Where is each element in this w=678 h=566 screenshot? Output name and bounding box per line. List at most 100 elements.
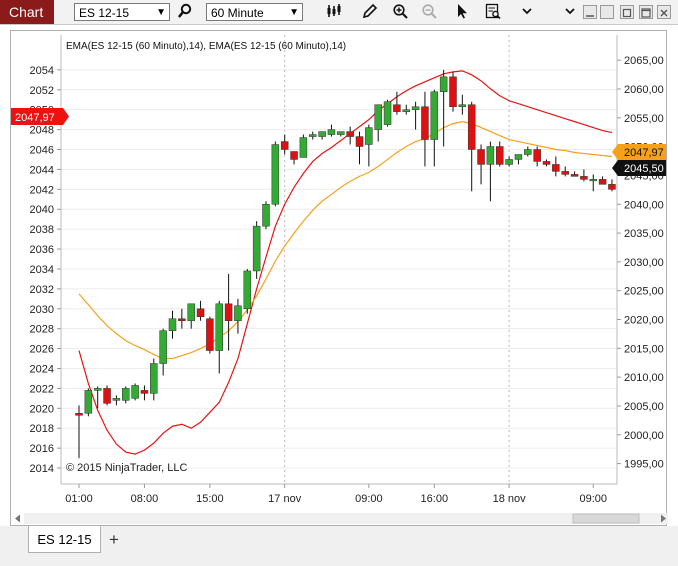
candle [327,124,336,137]
candle-body [318,131,326,137]
candle-body [589,179,597,182]
right-price-axis: 1995,00 2000,00 2005,00 2010,00 2015,00 2020,… [617,55,664,471]
ema-price-marker-text: 2047,97 [624,147,664,159]
candle-body [430,91,439,140]
candle [243,268,252,314]
candle-body [524,149,532,155]
candle [262,201,270,230]
right-tick-label: 2040,00 [624,199,664,211]
candle-body [196,308,205,317]
candle-body [552,164,560,172]
candle-body [533,149,541,162]
last-price-marker: 2045,50 [612,160,666,176]
candle-body [402,109,410,112]
candle [383,99,392,127]
left-tick-label: 2030 [30,304,54,316]
candle-body [608,184,616,190]
candle [337,131,345,137]
candle [187,303,195,329]
candle-body [290,151,298,160]
time-tick-label: 15:00 [196,493,224,505]
candle-body [271,144,280,205]
candle-body [598,179,607,185]
price-chart[interactable]: 2014 2016 2018 2020 2022 2024 2026 2028 2030 2032… [0,0,678,566]
candle-body [486,146,495,165]
candle [505,156,513,167]
right-tick-label: 2005,00 [624,401,664,413]
time-tick-label: 16:00 [421,493,449,505]
right-tick-label: 2030,00 [624,257,664,269]
candle [355,131,364,165]
candle [290,151,298,165]
left-tick-label: 2054 [30,65,54,77]
candle-body [224,303,233,321]
time-tick-label: 18 nov [493,493,527,505]
candle-body [122,388,130,401]
candle [496,141,504,167]
left-tick-label: 2016 [30,443,54,455]
candle [552,156,560,177]
candle-body [280,141,289,150]
time-tick-label: 08:00 [131,493,159,505]
right-tick-label: 2015,00 [624,343,664,355]
candle-body [206,318,214,351]
candlestick-series [75,69,616,459]
candle [215,300,223,374]
add-tab-button[interactable]: + [104,530,124,550]
candle [467,101,476,192]
left-tick-label: 2044 [30,164,54,176]
candle-body [411,106,420,110]
candle-body [496,146,504,165]
right-tick-label: 2065,00 [624,55,664,67]
left-tick-label: 2018 [30,423,54,435]
candle [561,166,569,177]
candle-body [234,305,242,321]
candle-body [168,318,177,331]
left-tick-label: 2036 [30,244,54,256]
left-tick-label: 2020 [30,403,54,415]
candle [252,221,261,279]
scrollbar-thumb[interactable] [572,513,640,524]
candle-body [374,104,382,130]
candle-body [355,136,364,147]
candle [206,316,214,354]
scroll-left-icon[interactable] [15,514,20,523]
candle [84,388,93,417]
candle-body [112,398,121,401]
candle-body [262,204,270,227]
candle-body [505,159,513,165]
candle [140,385,149,401]
left-tick-label: 2046 [30,145,54,157]
left-tick-label: 2038 [30,224,54,236]
candle [150,358,158,401]
horizontal-scrollbar[interactable] [15,513,668,524]
left-tick-label: 2032 [30,284,54,296]
candle [168,310,177,339]
candle-body [178,318,186,321]
time-tick-label: 09:00 [355,493,383,505]
candle [271,141,280,207]
right-tick-label: 2035,00 [624,228,664,240]
chart-tab[interactable]: ES 12-15 [28,526,101,553]
time-tick-label: 09:00 [579,493,607,505]
candle-body [421,106,429,140]
left-price-axis: 2014 2016 2018 2020 2022 2024 2026 2028 2030 2032… [30,65,61,475]
left-tick-label: 2048 [30,125,54,137]
candle [402,104,410,115]
candle-body [84,390,93,414]
left-price-marker: 2047,97 [11,108,69,125]
candle-body [467,104,476,150]
candle [580,169,588,182]
candle [374,104,382,142]
candle [365,124,373,167]
candle [589,174,597,192]
last-price-marker-text: 2045,50 [624,163,664,175]
candle [75,405,83,459]
candle-body [561,171,569,175]
candle [533,146,541,167]
candle-body [580,176,588,180]
time-tick-label: 01:00 [65,493,93,505]
candle [411,101,420,130]
candle-body [439,76,448,93]
ema-orange-series [78,121,613,360]
